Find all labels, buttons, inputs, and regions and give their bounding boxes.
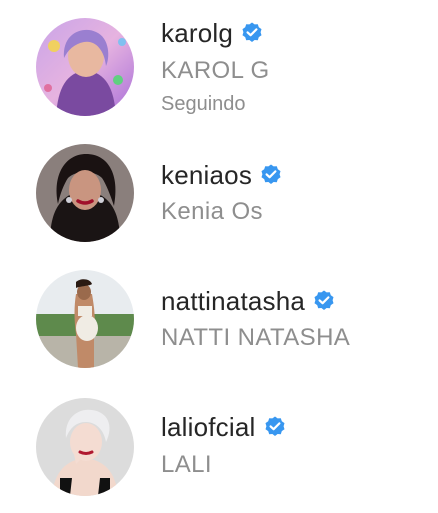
account-row-laliofcial[interactable]: laliofcial LALI	[0, 382, 438, 502]
avatar-laliofcial[interactable]	[36, 398, 134, 496]
avatar-karolg-image	[36, 18, 134, 116]
account-row-karolg[interactable]: karolg KAROL G Seguindo	[0, 0, 438, 120]
avatar-nattinatasha-image	[36, 270, 134, 368]
username-line: karolg	[161, 18, 264, 48]
username[interactable]: karolg	[161, 18, 233, 48]
avatar-keniaos[interactable]	[36, 144, 134, 242]
avatar-keniaos-image	[36, 144, 134, 242]
avatar-karolg[interactable]	[36, 18, 134, 116]
account-list: karolg KAROL G Seguindo keniaos Kenia Os…	[0, 0, 438, 513]
username[interactable]: nattinatasha	[161, 286, 305, 316]
username-line: keniaos	[161, 160, 283, 190]
verified-badge-icon	[263, 415, 287, 439]
full-name: NATTI NATASHA	[161, 324, 351, 351]
verified-badge-icon	[240, 21, 264, 45]
avatar-laliofcial-image	[36, 398, 134, 496]
verified-badge-icon	[259, 163, 283, 187]
full-name: LALI	[161, 451, 212, 478]
account-row-nattinatasha[interactable]: nattinatasha NATTI NATASHA	[0, 254, 438, 374]
full-name: Kenia Os	[161, 198, 263, 225]
username-line: nattinatasha	[161, 286, 336, 316]
full-name: KAROL G	[161, 57, 270, 84]
username[interactable]: laliofcial	[161, 412, 256, 442]
follow-status: Seguindo	[161, 93, 246, 115]
verified-badge-icon	[312, 289, 336, 313]
username-line: laliofcial	[161, 412, 287, 442]
account-row-keniaos[interactable]: keniaos Kenia Os	[0, 128, 438, 248]
username[interactable]: keniaos	[161, 160, 252, 190]
avatar-nattinatasha[interactable]	[36, 270, 134, 368]
